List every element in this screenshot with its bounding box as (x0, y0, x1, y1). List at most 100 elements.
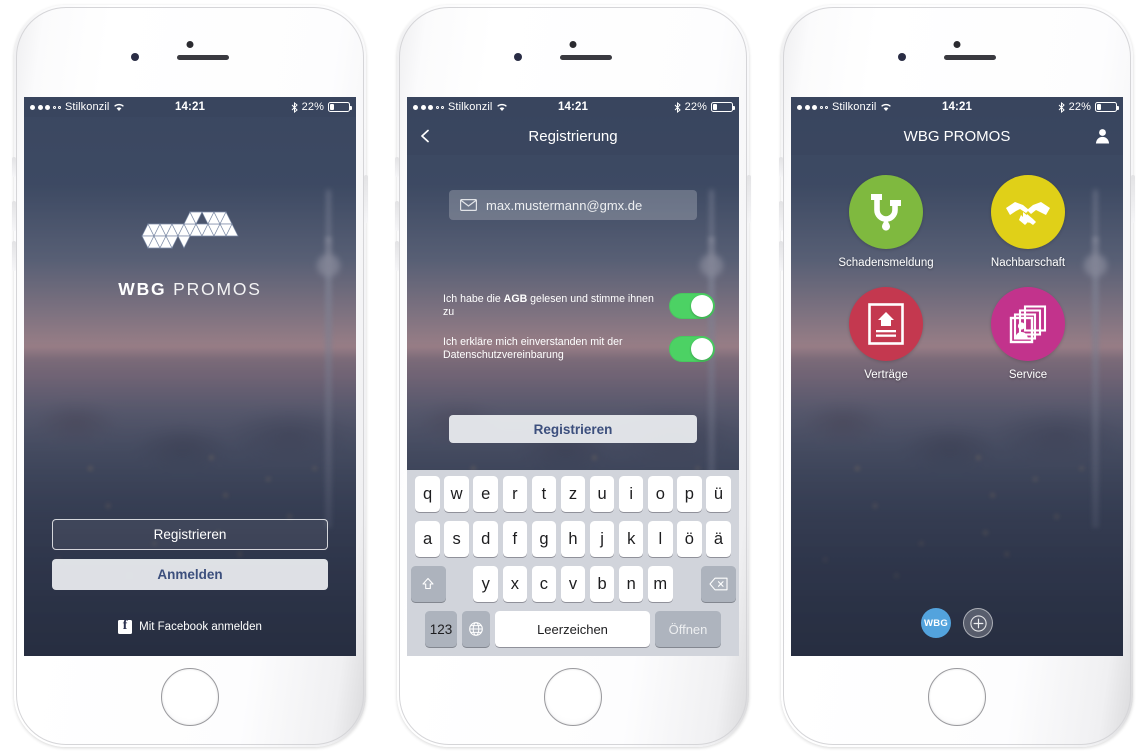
battery-icon (328, 102, 352, 112)
key-l[interactable]: l (647, 521, 673, 557)
wbg-badge-button[interactable]: WBG (921, 608, 951, 638)
volume-down-button[interactable] (12, 241, 16, 271)
proximity-sensor-icon (514, 53, 522, 61)
earpiece-speaker (560, 55, 612, 60)
key-u[interactable]: u (589, 476, 615, 512)
tile-label: Schadensmeldung (838, 257, 934, 269)
handshake-icon (1006, 202, 1050, 225)
email-input-value: max.mustermann@gmx.de (486, 197, 643, 213)
key-j[interactable]: j (589, 521, 615, 557)
battery-percent-label: 22% (301, 101, 324, 113)
key-m[interactable]: m (647, 566, 673, 602)
power-button[interactable] (364, 175, 368, 223)
key-n[interactable]: n (618, 566, 644, 602)
space-key[interactable]: Leerzeichen (495, 611, 650, 647)
key-e[interactable]: e (473, 476, 499, 512)
mute-switch[interactable] (395, 157, 399, 177)
volume-up-button[interactable] (779, 201, 783, 231)
person-icon[interactable] (1094, 128, 1111, 145)
key-f[interactable]: f (502, 521, 528, 557)
key-h[interactable]: h (560, 521, 586, 557)
key-x[interactable]: x (502, 566, 528, 602)
logo-text-bold: WBG (118, 279, 167, 299)
tile-nachbarschaft[interactable]: Nachbarschaft (975, 175, 1081, 269)
key-g[interactable]: g (531, 521, 557, 557)
front-camera-icon (569, 41, 577, 48)
facebook-login-row[interactable]: Mit Facebook anmelden (52, 618, 328, 634)
mute-switch[interactable] (779, 157, 783, 177)
key-c[interactable]: c (531, 566, 557, 602)
login-button[interactable]: Anmelden (52, 559, 328, 590)
key-t[interactable]: t (531, 476, 557, 512)
screenshot-stage: Stilkonzil 14:21 22% WBG PROMOS Registri… (0, 0, 1145, 752)
tile-label: Nachbarschaft (990, 257, 1066, 269)
phone-2-registration: Stilkonzil 14:21 22% Registrierung max.m… (395, 5, 751, 747)
phone-1-splash: Stilkonzil 14:21 22% WBG PROMOS Registri… (12, 5, 368, 747)
email-input[interactable]: max.mustermann@gmx.de (449, 190, 697, 220)
key-b[interactable]: b (589, 566, 615, 602)
virtual-keyboard: q w e r t z u i o p ü a s d f g h j k l … (407, 470, 739, 656)
pipe-leak-icon (871, 194, 901, 231)
key-a[interactable]: a (415, 521, 440, 557)
volume-up-button[interactable] (12, 201, 16, 231)
power-button[interactable] (1131, 175, 1135, 223)
key-p[interactable]: p (677, 476, 702, 512)
key-oe[interactable]: ö (677, 521, 702, 557)
consent-row-privacy: Ich erkläre mich einverstanden mit der D… (443, 336, 715, 362)
signal-strength-icon (413, 104, 444, 110)
key-r[interactable]: r (502, 476, 528, 512)
key-w[interactable]: w (444, 476, 469, 512)
key-s[interactable]: s (444, 521, 469, 557)
tile-label: Service (1008, 369, 1048, 381)
key-z[interactable]: z (560, 476, 586, 512)
key-k[interactable]: k (618, 521, 644, 557)
globe-key[interactable] (462, 611, 490, 647)
signal-strength-icon (30, 104, 61, 110)
carrier-label: Stilkonzil (448, 101, 493, 113)
tile-circle-magenta (991, 287, 1065, 361)
key-ae[interactable]: ä (706, 521, 731, 557)
key-v[interactable]: v (560, 566, 586, 602)
wifi-icon (114, 104, 125, 111)
chevron-left-icon[interactable] (419, 129, 432, 143)
key-q[interactable]: q (415, 476, 440, 512)
numbers-key[interactable]: 123 (425, 611, 457, 647)
app-logo: WBG PROMOS (24, 202, 356, 300)
key-i[interactable]: i (618, 476, 644, 512)
key-d[interactable]: d (473, 521, 499, 557)
backspace-icon (708, 577, 728, 591)
backspace-key[interactable] (700, 566, 736, 602)
facebook-login-label: Mit Facebook anmelden (139, 621, 262, 633)
key-o[interactable]: o (647, 476, 673, 512)
volume-up-button[interactable] (395, 201, 399, 231)
add-button[interactable] (963, 608, 993, 638)
wbg-promos-triangles-logo (141, 211, 239, 249)
toggle-privacy[interactable] (669, 336, 715, 362)
consent-label-privacy: Ich erkläre mich einverstanden mit der D… (443, 336, 623, 361)
tile-vertraege[interactable]: Verträge (833, 287, 939, 381)
toggle-agb[interactable] (669, 293, 715, 319)
battery-percent-label: 22% (684, 101, 707, 113)
tile-service[interactable]: Service (975, 287, 1081, 381)
key-y[interactable]: y (473, 566, 499, 602)
keyboard-row-1: q w e r t z u i o p ü (410, 476, 737, 512)
home-button[interactable] (544, 668, 602, 726)
shift-key[interactable] (410, 566, 446, 602)
phone-1-screen: Stilkonzil 14:21 22% WBG PROMOS Registri… (24, 97, 356, 656)
submit-registration-button[interactable]: Registrieren (449, 415, 697, 443)
wifi-icon (881, 104, 892, 111)
tile-schadensmeldung[interactable]: Schadensmeldung (833, 175, 939, 269)
phone-3-screen: Stilkonzil 14:21 22% WBG PROMOS Schadens… (791, 97, 1123, 656)
volume-down-button[interactable] (779, 241, 783, 271)
action-key-open[interactable]: Öffnen (655, 611, 721, 647)
home-button[interactable] (928, 668, 986, 726)
home-button[interactable] (161, 668, 219, 726)
volume-down-button[interactable] (395, 241, 399, 271)
register-button[interactable]: Registrieren (52, 519, 328, 550)
proximity-sensor-icon (898, 53, 906, 61)
power-button[interactable] (747, 175, 751, 223)
keyboard-row-2: a s d f g h j k l ö ä (410, 521, 737, 557)
key-ue[interactable]: ü (706, 476, 731, 512)
consent-text-before: Ich habe die (443, 293, 504, 305)
mute-switch[interactable] (12, 157, 16, 177)
